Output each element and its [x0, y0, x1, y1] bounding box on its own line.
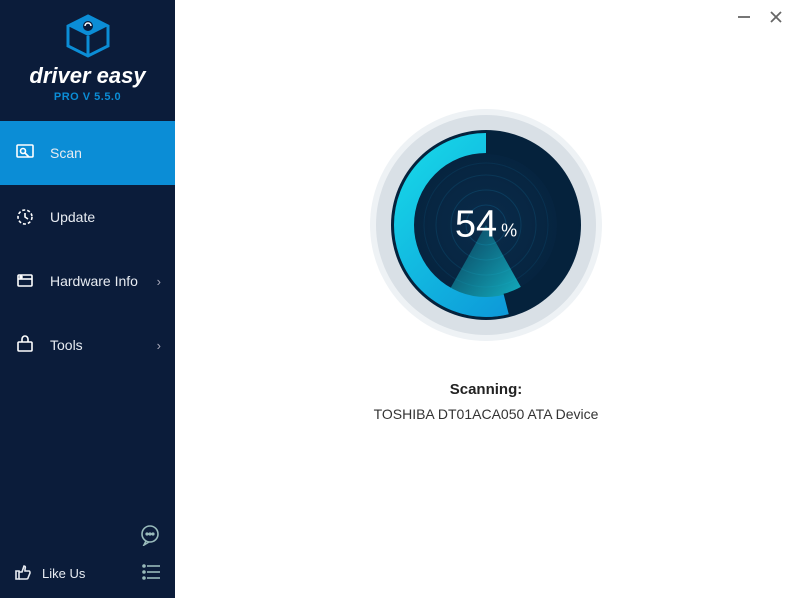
update-icon	[14, 206, 36, 228]
logo-icon	[0, 14, 175, 63]
tools-icon	[14, 334, 36, 356]
progress-value: 54	[455, 204, 497, 247]
hardware-icon	[14, 270, 36, 292]
thumbs-up-icon	[14, 563, 32, 584]
main-content: 54 % Scanning: TOSHIBA DT01ACA050 ATA De…	[175, 0, 797, 598]
scan-icon	[14, 142, 36, 164]
sidebar-footer: Like Us	[0, 514, 175, 598]
brand-version: PRO V 5.5.0	[0, 91, 175, 103]
scan-status: Scanning: TOSHIBA DT01ACA050 ATA Device	[366, 381, 606, 422]
like-us-label: Like Us	[42, 566, 85, 581]
nav: Scan Update Hardware Info ›	[0, 121, 175, 377]
brand-name: driver easy	[0, 63, 175, 89]
sidebar-item-label: Scan	[50, 145, 82, 161]
close-button[interactable]	[767, 8, 785, 26]
sidebar-item-update[interactable]: Update	[0, 185, 175, 249]
chevron-right-icon: ›	[157, 338, 161, 353]
sidebar-item-label: Update	[50, 209, 95, 225]
chat-icon[interactable]	[139, 524, 161, 551]
progress-gauge: 54 %	[366, 105, 606, 345]
scan-current-item: TOSHIBA DT01ACA050 ATA Device	[366, 406, 606, 422]
minimize-button[interactable]	[735, 8, 753, 26]
scan-panel: 54 % Scanning: TOSHIBA DT01ACA050 ATA De…	[366, 105, 606, 422]
progress-symbol: %	[501, 221, 517, 242]
like-us-button[interactable]: Like Us	[14, 563, 85, 584]
progress-percent: 54 %	[455, 204, 517, 247]
chevron-right-icon: ›	[157, 274, 161, 289]
sidebar-item-hardware[interactable]: Hardware Info ›	[0, 249, 175, 313]
sidebar-item-label: Hardware Info	[50, 273, 138, 289]
logo-area: driver easy PRO V 5.5.0	[0, 0, 175, 111]
scan-status-label: Scanning:	[366, 381, 606, 398]
sidebar-item-scan[interactable]: Scan	[0, 121, 175, 185]
sidebar-item-tools[interactable]: Tools ›	[0, 313, 175, 377]
window-controls	[735, 8, 785, 26]
sidebar: driver easy PRO V 5.5.0 Scan Update	[0, 0, 175, 598]
menu-icon[interactable]	[141, 563, 161, 584]
sidebar-item-label: Tools	[50, 337, 83, 353]
